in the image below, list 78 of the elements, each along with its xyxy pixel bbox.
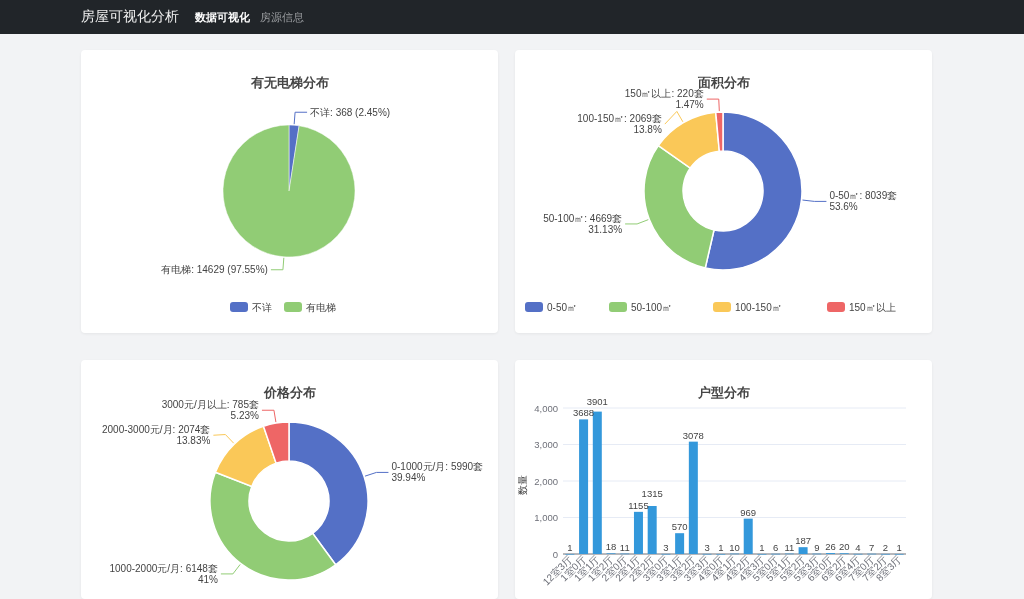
slice-label: 1000-2000元/月: 6148套 xyxy=(109,562,218,574)
bar-value-label: 1315 xyxy=(641,488,663,499)
slice-label: 0-1000元/月: 5990套 xyxy=(391,461,484,473)
legend-label[interactable]: 0-50㎡ xyxy=(547,302,577,313)
legend-label[interactable]: 150㎡以上 xyxy=(849,302,896,313)
bar-value-label: 2 xyxy=(882,541,889,553)
leader-line xyxy=(212,434,235,444)
chart-title: 面积分布 xyxy=(697,74,750,90)
leader-line xyxy=(364,471,389,477)
slice-label: 100-150㎡: 2069套 xyxy=(577,113,662,125)
bar-value-label: 1 xyxy=(759,541,765,553)
legend-swatch[interactable] xyxy=(284,302,302,312)
slice-label: 53.6% xyxy=(829,201,858,213)
bar-value-label: 6 xyxy=(773,541,779,553)
nav-link[interactable]: 数据可视化 xyxy=(195,9,250,25)
bar-value-label: 187 xyxy=(795,535,812,547)
slice-label: 5.23% xyxy=(230,410,259,422)
slice-label: 13.83% xyxy=(176,435,211,447)
slice-label: 不详: 368 (2.45%) xyxy=(310,106,391,118)
nav-link[interactable]: 房源信息 xyxy=(260,9,304,25)
legend-label[interactable]: 50-100㎡ xyxy=(631,302,673,313)
legend-swatch[interactable] xyxy=(230,302,248,312)
leader-line xyxy=(293,111,308,125)
bar-value-label: 3688 xyxy=(573,407,595,419)
bar-value-label: 4 xyxy=(855,541,861,553)
leader-line xyxy=(802,199,827,202)
legend-swatch[interactable] xyxy=(525,302,543,312)
legend-swatch[interactable] xyxy=(827,302,845,312)
bar-value-label: 20 xyxy=(838,541,850,553)
bar-value-label: 9 xyxy=(814,541,820,553)
legend-label[interactable]: 100-150㎡ xyxy=(735,302,782,313)
bar-value-label: 10 xyxy=(729,541,740,553)
slice-label: 39.94% xyxy=(391,472,426,484)
slice-label: 2000-3000元/月: 2074套 xyxy=(102,424,211,436)
leader-line xyxy=(270,257,285,271)
slice-label: 0-50㎡: 8039套 xyxy=(829,190,898,202)
leader-line xyxy=(706,98,720,112)
bar-value-label: 3 xyxy=(663,541,669,553)
slice-label: 3000元/月以上: 785套 xyxy=(161,399,259,411)
slice-label: 50-100㎡: 4669套 xyxy=(543,212,623,224)
slice-label: 41% xyxy=(197,573,218,585)
axis-tick-label: 3,000 xyxy=(534,439,558,450)
bar-value-label: 7 xyxy=(869,541,875,553)
legend-label[interactable]: 不详 xyxy=(252,302,272,313)
chart-title: 户型分布 xyxy=(697,384,750,402)
leader-line xyxy=(261,409,277,423)
bar-value-label: 3901 xyxy=(586,395,608,407)
chart-title: 价格分布 xyxy=(263,384,316,402)
brand-title[interactable]: 房屋可视化分析 xyxy=(81,8,179,26)
slice-label: 13.8% xyxy=(633,124,662,136)
axis-tick-label: 0 xyxy=(552,548,558,560)
bar-value-label: 11 xyxy=(619,541,630,553)
slice-label: 1.47% xyxy=(675,99,704,111)
slice-label: 有电梯: 14629 (97.55%) xyxy=(161,264,268,276)
axis-title: 数量 xyxy=(517,475,528,495)
axis-tick-label: 4,000 xyxy=(534,402,558,414)
legend-swatch[interactable] xyxy=(609,302,627,312)
leader-line xyxy=(220,563,241,575)
leader-line xyxy=(664,110,684,125)
legend-swatch[interactable] xyxy=(713,302,731,312)
bar-value-label: 1155 xyxy=(628,499,649,511)
legend-label[interactable]: 有电梯 xyxy=(306,302,336,313)
bar-value-label: 570 xyxy=(671,521,688,533)
bar-value-label: 3 xyxy=(704,541,710,553)
bar-value-label: 969 xyxy=(740,506,757,518)
bar-value-label: 1 xyxy=(896,541,902,553)
bar-value-label: 1 xyxy=(567,541,573,553)
bar-value-label: 3078 xyxy=(682,429,704,441)
axis-tick-label: 1,000 xyxy=(534,512,558,523)
bar-value-label: 11 xyxy=(784,541,795,553)
bar-value-label: 18 xyxy=(605,541,617,553)
chart-title: 有无电梯分布 xyxy=(250,74,329,92)
bar-value-label: 26 xyxy=(825,541,836,553)
axis-tick-label: 2,000 xyxy=(534,475,558,487)
slice-label: 150㎡以上: 220套 xyxy=(624,88,704,100)
leader-line xyxy=(624,219,649,225)
bar-value-label: 1 xyxy=(718,541,724,553)
slice-label: 31.13% xyxy=(588,223,623,235)
